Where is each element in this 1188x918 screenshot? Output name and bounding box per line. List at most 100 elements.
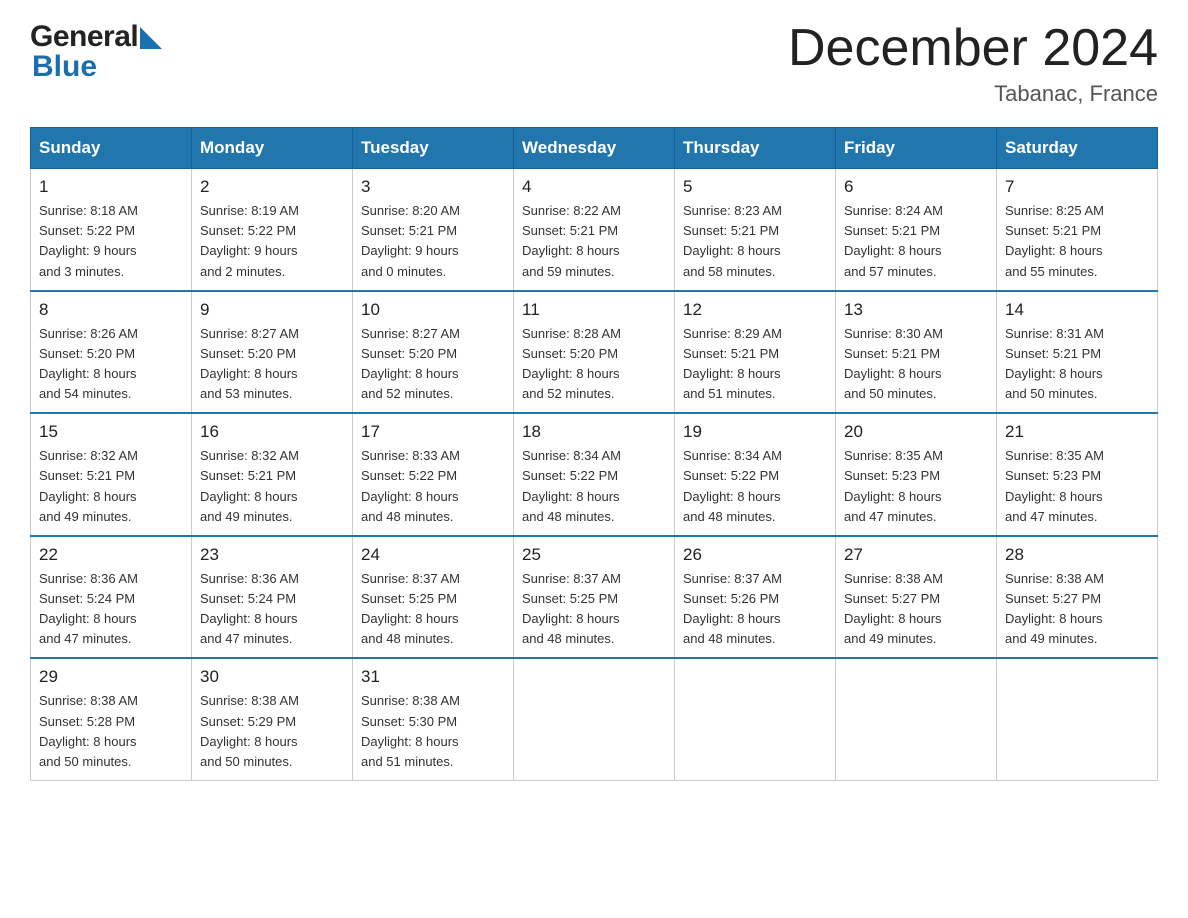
calendar-cell: 20Sunrise: 8:35 AM Sunset: 5:23 PM Dayli…	[836, 413, 997, 536]
month-title: December 2024	[788, 20, 1158, 77]
calendar-cell: 31Sunrise: 8:38 AM Sunset: 5:30 PM Dayli…	[353, 658, 514, 780]
calendar-cell: 7 Sunrise: 8:25 AM Sunset: 5:21 PM Daylig…	[997, 169, 1158, 291]
day-info: Sunrise: 8:26 AM Sunset: 5:20 PM Dayligh…	[39, 324, 183, 405]
day-info: Sunrise: 8:32 AM Sunset: 5:21 PM Dayligh…	[39, 446, 183, 527]
col-header-tuesday: Tuesday	[353, 128, 514, 169]
calendar-cell: 6Sunrise: 8:24 AM Sunset: 5:21 PM Daylig…	[836, 169, 997, 291]
calendar-cell: 3 Sunrise: 8:20 AM Sunset: 5:21 PM Daylig…	[353, 169, 514, 291]
day-info: Sunrise: 8:31 AM Sunset: 5:21 PM Dayligh…	[1005, 324, 1149, 405]
calendar-cell: 11 Sunrise: 8:28 AM Sunset: 5:20 PM Dayli…	[514, 291, 675, 414]
day-number: 9	[200, 300, 344, 320]
day-info: Sunrise: 8:27 AM Sunset: 5:20 PM Dayligh…	[200, 324, 344, 405]
logo-blue-text: Blue	[30, 50, 97, 84]
day-number: 30	[200, 667, 344, 687]
day-info: Sunrise: 8:19 AM Sunset: 5:22 PM Dayligh…	[200, 201, 344, 282]
col-header-thursday: Thursday	[675, 128, 836, 169]
day-number: 8	[39, 300, 183, 320]
day-number: 25	[522, 545, 666, 565]
day-info: Sunrise: 8:25 AM Sunset: 5:21 PM Dayligh…	[1005, 201, 1149, 282]
calendar-cell: 18 Sunrise: 8:34 AM Sunset: 5:22 PM Dayli…	[514, 413, 675, 536]
day-number: 18	[522, 422, 666, 442]
calendar-header: SundayMondayTuesdayWednesdayThursdayFrid…	[31, 128, 1158, 169]
day-info: Sunrise: 8:37 AM Sunset: 5:26 PM Dayligh…	[683, 569, 827, 650]
day-info: Sunrise: 8:34 AM Sunset: 5:22 PM Dayligh…	[522, 446, 666, 527]
calendar-week-row: 29 Sunrise: 8:38 AM Sunset: 5:28 PM Dayli…	[31, 658, 1158, 780]
day-info: Sunrise: 8:28 AM Sunset: 5:20 PM Dayligh…	[522, 324, 666, 405]
day-info: Sunrise: 8:29 AM Sunset: 5:21 PM Dayligh…	[683, 324, 827, 405]
calendar-cell: 23Sunrise: 8:36 AM Sunset: 5:24 PM Dayli…	[192, 536, 353, 659]
day-number: 7	[1005, 177, 1149, 197]
day-info: Sunrise: 8:37 AM Sunset: 5:25 PM Dayligh…	[522, 569, 666, 650]
day-number: 11	[522, 300, 666, 320]
calendar-week-row: 1 Sunrise: 8:18 AM Sunset: 5:22 PM Daylig…	[31, 169, 1158, 291]
day-number: 26	[683, 545, 827, 565]
logo-general-text: General	[30, 20, 138, 54]
day-info: Sunrise: 8:27 AM Sunset: 5:20 PM Dayligh…	[361, 324, 505, 405]
calendar-cell	[836, 658, 997, 780]
calendar-cell: 5 Sunrise: 8:23 AM Sunset: 5:21 PM Daylig…	[675, 169, 836, 291]
day-info: Sunrise: 8:23 AM Sunset: 5:21 PM Dayligh…	[683, 201, 827, 282]
calendar-cell: 21Sunrise: 8:35 AM Sunset: 5:23 PM Dayli…	[997, 413, 1158, 536]
day-number: 13	[844, 300, 988, 320]
day-number: 6	[844, 177, 988, 197]
calendar-cell: 25 Sunrise: 8:37 AM Sunset: 5:25 PM Dayli…	[514, 536, 675, 659]
calendar-cell: 26 Sunrise: 8:37 AM Sunset: 5:26 PM Dayli…	[675, 536, 836, 659]
day-number: 5	[683, 177, 827, 197]
page-header: General Blue December 2024 Tabanac, Fran…	[30, 20, 1158, 107]
logo: General Blue	[30, 20, 162, 84]
location: Tabanac, France	[788, 81, 1158, 107]
day-number: 28	[1005, 545, 1149, 565]
day-info: Sunrise: 8:38 AM Sunset: 5:27 PM Dayligh…	[844, 569, 988, 650]
calendar-cell: 10 Sunrise: 8:27 AM Sunset: 5:20 PM Dayli…	[353, 291, 514, 414]
day-info: Sunrise: 8:37 AM Sunset: 5:25 PM Dayligh…	[361, 569, 505, 650]
calendar-cell: 2 Sunrise: 8:19 AM Sunset: 5:22 PM Daylig…	[192, 169, 353, 291]
day-number: 24	[361, 545, 505, 565]
day-info: Sunrise: 8:36 AM Sunset: 5:24 PM Dayligh…	[39, 569, 183, 650]
logo-row: General	[30, 20, 162, 54]
day-info: Sunrise: 8:38 AM Sunset: 5:29 PM Dayligh…	[200, 691, 344, 772]
day-info: Sunrise: 8:33 AM Sunset: 5:22 PM Dayligh…	[361, 446, 505, 527]
calendar-cell: 12Sunrise: 8:29 AM Sunset: 5:21 PM Dayli…	[675, 291, 836, 414]
day-info: Sunrise: 8:20 AM Sunset: 5:21 PM Dayligh…	[361, 201, 505, 282]
calendar-cell	[675, 658, 836, 780]
calendar-cell: 29 Sunrise: 8:38 AM Sunset: 5:28 PM Dayli…	[31, 658, 192, 780]
col-header-wednesday: Wednesday	[514, 128, 675, 169]
calendar-cell: 14Sunrise: 8:31 AM Sunset: 5:21 PM Dayli…	[997, 291, 1158, 414]
day-number: 2	[200, 177, 344, 197]
calendar-cell: 15 Sunrise: 8:32 AM Sunset: 5:21 PM Dayli…	[31, 413, 192, 536]
day-info: Sunrise: 8:18 AM Sunset: 5:22 PM Dayligh…	[39, 201, 183, 282]
calendar-cell: 27 Sunrise: 8:38 AM Sunset: 5:27 PM Dayli…	[836, 536, 997, 659]
col-header-saturday: Saturday	[997, 128, 1158, 169]
title-block: December 2024 Tabanac, France	[788, 20, 1158, 107]
day-number: 16	[200, 422, 344, 442]
day-number: 4	[522, 177, 666, 197]
calendar-week-row: 15 Sunrise: 8:32 AM Sunset: 5:21 PM Dayli…	[31, 413, 1158, 536]
day-info: Sunrise: 8:38 AM Sunset: 5:27 PM Dayligh…	[1005, 569, 1149, 650]
day-number: 17	[361, 422, 505, 442]
day-info: Sunrise: 8:35 AM Sunset: 5:23 PM Dayligh…	[1005, 446, 1149, 527]
col-header-monday: Monday	[192, 128, 353, 169]
calendar-cell: 28 Sunrise: 8:38 AM Sunset: 5:27 PM Dayli…	[997, 536, 1158, 659]
day-number: 19	[683, 422, 827, 442]
day-info: Sunrise: 8:34 AM Sunset: 5:22 PM Dayligh…	[683, 446, 827, 527]
day-info: Sunrise: 8:36 AM Sunset: 5:24 PM Dayligh…	[200, 569, 344, 650]
day-number: 29	[39, 667, 183, 687]
calendar-cell: 1 Sunrise: 8:18 AM Sunset: 5:22 PM Daylig…	[31, 169, 192, 291]
calendar-cell	[997, 658, 1158, 780]
logo-triangle-icon	[140, 27, 162, 49]
day-number: 1	[39, 177, 183, 197]
day-number: 27	[844, 545, 988, 565]
day-number: 3	[361, 177, 505, 197]
day-number: 10	[361, 300, 505, 320]
calendar-cell: 30 Sunrise: 8:38 AM Sunset: 5:29 PM Dayli…	[192, 658, 353, 780]
calendar-cell	[514, 658, 675, 780]
day-number: 15	[39, 422, 183, 442]
calendar-cell: 17 Sunrise: 8:33 AM Sunset: 5:22 PM Dayli…	[353, 413, 514, 536]
day-info: Sunrise: 8:22 AM Sunset: 5:21 PM Dayligh…	[522, 201, 666, 282]
day-info: Sunrise: 8:38 AM Sunset: 5:28 PM Dayligh…	[39, 691, 183, 772]
calendar-cell: 19 Sunrise: 8:34 AM Sunset: 5:22 PM Dayli…	[675, 413, 836, 536]
day-info: Sunrise: 8:32 AM Sunset: 5:21 PM Dayligh…	[200, 446, 344, 527]
calendar-cell: 4 Sunrise: 8:22 AM Sunset: 5:21 PM Daylig…	[514, 169, 675, 291]
calendar-week-row: 22Sunrise: 8:36 AM Sunset: 5:24 PM Dayli…	[31, 536, 1158, 659]
calendar-week-row: 8 Sunrise: 8:26 AM Sunset: 5:20 PM Daylig…	[31, 291, 1158, 414]
